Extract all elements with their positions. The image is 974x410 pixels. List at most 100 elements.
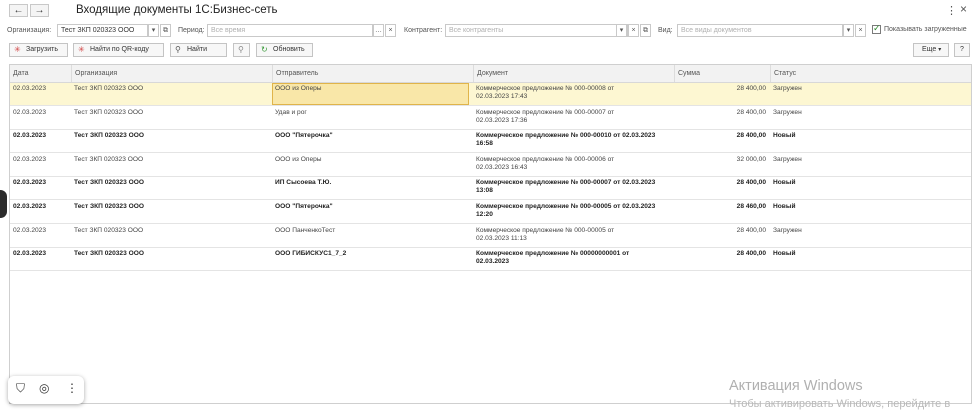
cell-organization: Тест ЗКП 020323 ООО [74, 250, 144, 258]
cell-status: Загружен [773, 108, 802, 116]
table-row[interactable]: 02.03.2023 Тест ЗКП 020323 ООО ИП Сысоева … [10, 177, 971, 201]
column-header-document[interactable]: Документ [473, 65, 674, 82]
document-line-2: 02.03.2023 17:36 [476, 116, 528, 124]
cell-sum: 28 400,00 [736, 85, 766, 92]
cell-sum: 28 400,00 [736, 226, 766, 234]
show-loaded-label: Показывать загруженные [884, 26, 967, 33]
counterparty-clear-button[interactable]: × [628, 24, 639, 37]
cancel-search-button[interactable]: ⚲ [233, 43, 250, 57]
help-button[interactable]: ? [954, 43, 970, 57]
checkmark-icon: ✓ [873, 23, 881, 33]
column-header-date[interactable]: Дата [10, 65, 71, 82]
clear-icon: × [858, 27, 863, 34]
windows-activation-title: Активация Windows [729, 378, 863, 394]
kind-clear-button[interactable]: × [855, 24, 866, 37]
cell-organization: Тест ЗКП 020323 ООО [74, 179, 144, 187]
organization-open-button[interactable]: ⧉ [160, 24, 171, 37]
forward-button[interactable]: → [30, 4, 49, 17]
organization-label: Организация: [7, 27, 52, 34]
column-header-sender[interactable]: Отправитель [272, 65, 473, 82]
link-icon: ⧉ [163, 27, 168, 34]
document-line-2: 13:08 [476, 187, 493, 195]
refresh-button-label: Обновить [273, 46, 305, 53]
counterparty-label: Контрагент: [404, 27, 443, 34]
table-header: Дата Организация Отправитель Документ Су… [10, 65, 971, 83]
table-row[interactable]: 02.03.2023 Тест ЗКП 020323 ООО Удав и рог К… [10, 107, 971, 130]
period-field[interactable]: Все время [207, 24, 373, 37]
table-row[interactable]: 02.03.2023 Тест ЗКП 020323 ООО ООО "Пятеро… [10, 201, 971, 224]
help-icon: ? [960, 46, 964, 53]
cell-date: 02.03.2023 [13, 203, 47, 210]
kind-field[interactable]: Все виды документов [677, 24, 843, 37]
document-line-2: 12:20 [476, 211, 493, 218]
period-clear-button[interactable]: × [385, 24, 396, 37]
period-label: Период: [178, 27, 205, 34]
cell-organization: Тест ЗКП 020323 ООО [74, 226, 144, 234]
column-header-organization[interactable]: Организация [71, 65, 272, 82]
lens-icon[interactable]: ◎ [39, 381, 49, 395]
cell-status: Новый [773, 132, 796, 140]
table-row[interactable]: 02.03.2023 Тест ЗКП 020323 ООО ООО из Опер… [10, 83, 971, 106]
cell-sender: ООО "Пятерочка" [275, 203, 333, 210]
cell-document: Коммерческое предложение № 000-00010 от … [476, 132, 655, 148]
table-row[interactable]: 02.03.2023 Тест ЗКП 020323 ООО ООО Панченк… [10, 225, 971, 248]
more-menu-button[interactable]: ⋮ [946, 4, 957, 17]
cell-organization: Тест ЗКП 020323 ООО [74, 108, 144, 116]
cell-date: 02.03.2023 [13, 250, 47, 258]
cell-document: Коммерческое предложение № 00000000001 о… [476, 250, 629, 266]
cell-document: Коммерческое предложение № 000-00007 от … [476, 179, 655, 195]
document-line-1: Коммерческое предложение № 000-00005 от … [476, 203, 656, 210]
cell-sender: Удав и рог [275, 108, 307, 116]
clear-icon: × [631, 27, 636, 34]
kind-dropdown-button[interactable]: ▾ [843, 24, 854, 37]
period-select-button[interactable]: … [373, 24, 384, 37]
organization-dropdown-button[interactable]: ▾ [148, 24, 159, 37]
chevron-down-icon: ▾ [846, 27, 851, 34]
table-row[interactable]: 02.03.2023 Тест ЗКП 020323 ООО ООО ГИБИСКУ… [10, 248, 971, 272]
counterparty-dropdown-button[interactable]: ▾ [616, 24, 627, 37]
cell-document: Коммерческое предложение № 000-00007 от 0… [476, 109, 614, 125]
bookmark-icon[interactable]: ⛉ [16, 381, 25, 396]
column-header-status[interactable]: Статус [770, 65, 971, 82]
more-options-icon[interactable]: ⋮ [66, 381, 78, 395]
document-line-2: 02.03.2023 16:43 [476, 163, 528, 171]
scroll-handle[interactable] [0, 190, 7, 218]
link-icon: ⧉ [643, 27, 648, 34]
table-row[interactable]: 02.03.2023 Тест ЗКП 020323 ООО ООО из Опер… [10, 154, 971, 177]
find-button[interactable]: ⚲ Найти [170, 43, 227, 57]
document-line-2: 16:58 [476, 140, 493, 148]
counterparty-field[interactable]: Все контрагенты [445, 24, 628, 37]
cell-organization: Тест ЗКП 020323 ООО [74, 132, 144, 140]
column-header-sum[interactable]: Сумма [674, 65, 770, 82]
back-button[interactable]: ← [9, 4, 28, 17]
load-button[interactable]: ✳ Загрузить [9, 43, 68, 57]
load-icon: ✳ [14, 45, 21, 54]
chevron-down-icon: ▾ [151, 27, 156, 34]
find-by-qr-button[interactable]: ✳ Найти по QR-коду [73, 43, 164, 57]
cell-status: Загружен [773, 85, 802, 92]
more-button[interactable]: Еще ▾ [913, 43, 949, 57]
cell-status: Новый [773, 203, 796, 210]
cell-sum: 28 400,00 [736, 132, 766, 140]
organization-field[interactable]: Тест ЗКП 020323 ООО [57, 24, 148, 37]
cell-date: 02.03.2023 [13, 132, 47, 140]
windows-activation-text: Чтобы активировать Windows, перейдите в [729, 398, 951, 410]
document-line-1: Коммерческое предложение № 000-00006 от [476, 155, 615, 163]
find-button-label: Найти [187, 46, 207, 53]
show-loaded-checkbox[interactable]: ✓ [872, 23, 881, 34]
document-line-2: 02.03.2023 11:13 [476, 234, 527, 242]
cell-sender: ИП Сысоева Т.Ю. [275, 179, 332, 187]
cancel-search-icon: ⚲ [238, 45, 244, 54]
table-row[interactable]: 02.03.2023 Тест ЗКП 020323 ООО ООО "Пятеро… [10, 130, 971, 154]
counterparty-open-button[interactable]: ⧉ [640, 24, 651, 37]
load-button-label: Загрузить [26, 46, 58, 53]
cell-sender: ООО "Пятерочка" [275, 132, 333, 140]
cell-organization: Тест ЗКП 020323 ООО [74, 85, 144, 92]
close-icon: × [960, 2, 968, 16]
refresh-button[interactable]: ↻ Обновить [256, 43, 313, 57]
kebab-icon: ⋮ [946, 5, 957, 17]
kind-label: Вид: [658, 27, 673, 34]
cell-sum: 32 000,00 [736, 155, 766, 163]
close-button[interactable]: × [960, 2, 967, 16]
document-line-1: Коммерческое предложение № 000-00007 от … [476, 179, 656, 187]
